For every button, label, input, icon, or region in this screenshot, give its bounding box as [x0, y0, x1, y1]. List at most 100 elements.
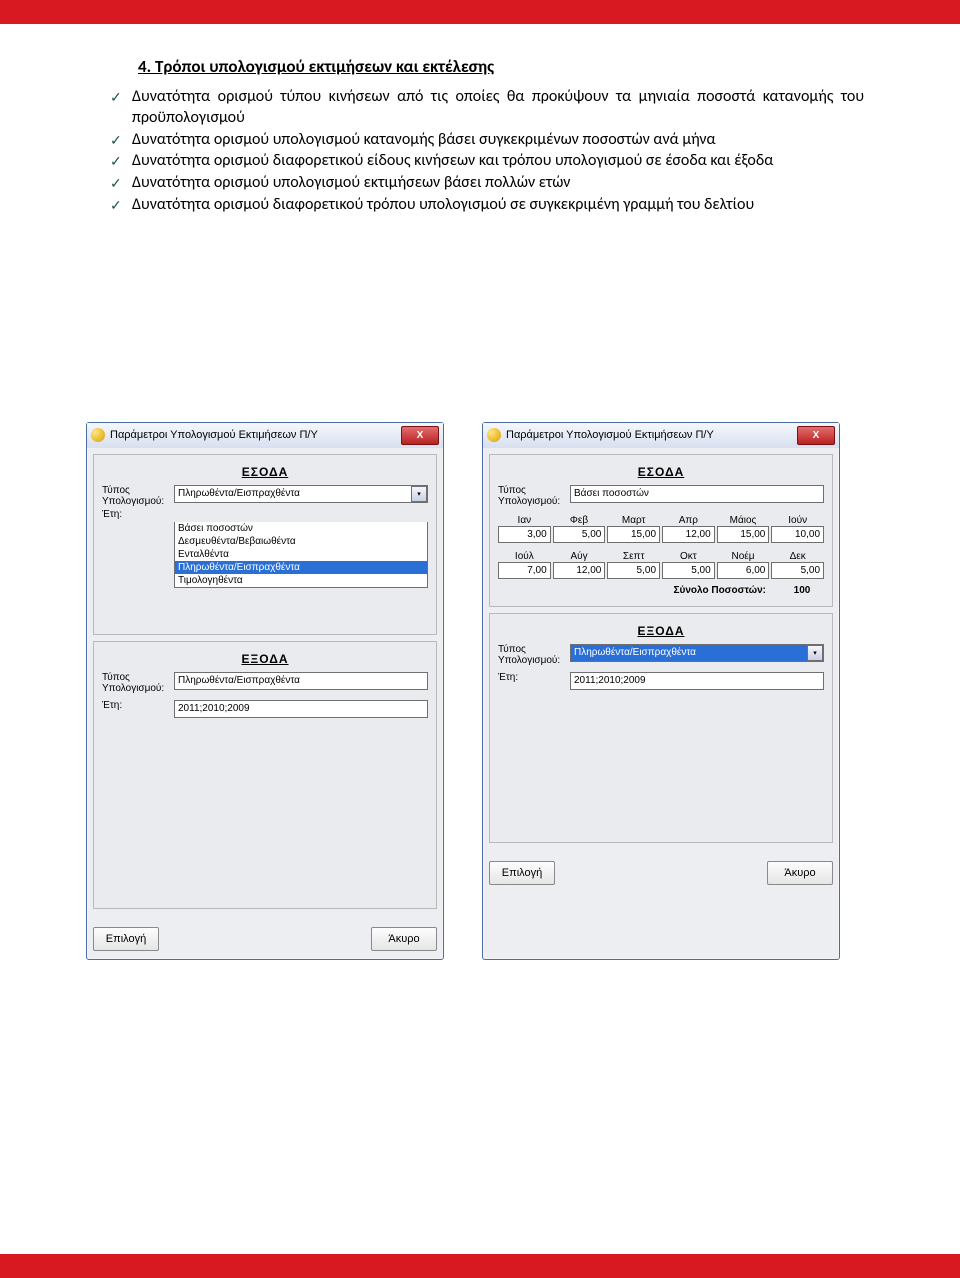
label-type: Τύπος Υπολογισμού: — [498, 485, 570, 507]
month-cell[interactable]: 3,00 — [498, 526, 551, 543]
check-icon: ✓ — [110, 175, 122, 193]
titlebar[interactable]: Παράμετροι Υπολογισμού Εκτιμήσεων Π/Υ X — [483, 423, 839, 448]
titlebar[interactable]: Παράμετροι Υπολογισμού Εκτιμήσεων Π/Υ X — [87, 423, 443, 448]
label-line1: Τύπος — [498, 485, 526, 496]
month-header-row: Ιαν Φεβ Μαρτ Απρ Μάιος Ιούν — [498, 515, 824, 526]
month-header: Νοέμ — [717, 551, 770, 562]
window-title: Παράμετροι Υπολογισμού Εκτιμήσεων Π/Υ — [110, 429, 401, 441]
panel-heading: ΕΣΟΔΑ — [498, 465, 824, 479]
month-cell[interactable]: 5,00 — [607, 562, 660, 579]
type-input[interactable]: Βάσει ποσοστών — [570, 485, 824, 503]
month-cell[interactable]: 15,00 — [717, 526, 770, 543]
app-icon — [487, 428, 501, 442]
check-icon: ✓ — [110, 132, 122, 150]
label-line2: Υπολογισμού: — [102, 496, 164, 507]
check-icon: ✓ — [110, 153, 122, 171]
select-button[interactable]: Επιλογή — [93, 927, 159, 951]
month-header: Φεβ — [553, 515, 606, 526]
month-cell[interactable]: 7,00 — [498, 562, 551, 579]
years-input[interactable]: 2011;2010;2009 — [570, 672, 824, 690]
chevron-down-icon[interactable]: ▾ — [411, 486, 427, 502]
list-item: ✓ Δυνατότητα ορισμού υπολογισμού κατανομή… — [110, 130, 864, 151]
month-header: Ιούλ — [498, 551, 551, 562]
month-header: Οκτ — [662, 551, 715, 562]
document-body: 4. Τρόποι υπολογισμού εκτιμήσεων και εκτ… — [0, 24, 960, 972]
close-icon: X — [813, 430, 820, 441]
panel-esoda: ΕΣΟΔΑ Τύπος Υπολογισμού: Πληρωθέντα/Εισπ… — [93, 454, 437, 635]
panel-heading: ΕΞΟΔΑ — [498, 624, 824, 638]
dialog-right: Παράμετροι Υπολογισμού Εκτιμήσεων Π/Υ X … — [482, 422, 840, 960]
month-header: Δεκ — [771, 551, 824, 562]
month-cell[interactable]: 5,00 — [662, 562, 715, 579]
chevron-down-icon[interactable]: ▾ — [807, 645, 823, 661]
month-header: Σεπτ — [607, 551, 660, 562]
combo-value[interactable]: Πληρωθέντα/Εισπραχθέντα — [174, 485, 428, 503]
list-item: ✓Δυνατότητα ορισμού υπολογισμού εκτιμήσε… — [110, 173, 864, 194]
month-cell[interactable]: 15,00 — [607, 526, 660, 543]
month-header: Μαρτ — [607, 515, 660, 526]
label-type: Τύπος Υπολογισμού: — [498, 644, 570, 666]
label-type: Τύπος Υπολογισμού: — [102, 672, 174, 694]
month-header: Μάιος — [717, 515, 770, 526]
dropdown-option[interactable]: Δεσμευθέντα/Βεβαιωθέντα — [175, 535, 427, 548]
label-line2: Υπολογισμού: — [498, 496, 560, 507]
list-text: Δυνατότητα ορισμού διαφορετικού τρόπου υ… — [132, 195, 754, 214]
list-text: Δυνατότητα ορισμού υπολογισμού κατανομής… — [132, 130, 716, 149]
label-years: Έτη: — [498, 672, 570, 683]
top-accent-bar — [0, 0, 960, 24]
month-cell[interactable]: 5,00 — [771, 562, 824, 579]
close-button[interactable]: X — [401, 426, 439, 445]
dropdown-option[interactable]: Τιμολογηθέντα — [175, 574, 427, 587]
label-line2: Υπολογισμού: — [498, 655, 560, 666]
panel-esoda: ΕΣΟΔΑ Τύπος Υπολογισμού: Βάσει ποσοστών … — [489, 454, 833, 607]
month-value-row: 3,00 5,00 15,00 12,00 15,00 10,00 — [498, 526, 824, 543]
bottom-accent-bar — [0, 1254, 960, 1278]
total-label: Σύνολο Ποσοστών: — [674, 585, 766, 596]
label-years: Έτη: — [102, 509, 174, 520]
month-value-row: 7,00 12,00 5,00 5,00 6,00 5,00 — [498, 562, 824, 579]
total-value: 100 — [780, 585, 824, 596]
label-line1: Τύπος — [102, 672, 130, 683]
dropdown-option[interactable]: Ενταλθέντα — [175, 548, 427, 561]
panel-exoda: ΕΞΟΔΑ Τύπος Υπολογισμού: Πληρωθέντα/Εισπ… — [93, 641, 437, 909]
years-input[interactable]: 2011;2010;2009 — [174, 700, 428, 718]
dropdown-list[interactable]: Βάσει ποσοστών Δεσμευθέντα/Βεβαιωθέντα Ε… — [174, 522, 428, 588]
type-combobox[interactable]: Πληρωθέντα/Εισπραχθέντα ▾ — [570, 644, 824, 662]
list-text: Δυνατότητα ορισμού τύπου κινήσεων από τι… — [132, 87, 864, 127]
month-cell[interactable]: 12,00 — [553, 562, 606, 579]
month-cell[interactable]: 10,00 — [771, 526, 824, 543]
panel-heading: ΕΞΟΔΑ — [102, 652, 428, 666]
type-input[interactable]: Πληρωθέντα/Εισπραχθέντα — [174, 672, 428, 690]
cancel-button[interactable]: Άκυρο — [767, 861, 833, 885]
label-line1: Τύπος — [498, 644, 526, 655]
type-combobox[interactable]: Πληρωθέντα/Εισπραχθέντα ▾ — [174, 485, 428, 503]
label-type: Τύπος Υπολογισμού: — [102, 485, 174, 507]
btn-label: Επιλογή — [106, 933, 146, 945]
month-header: Αύγ — [553, 551, 606, 562]
month-header: Ιαν — [498, 515, 551, 526]
select-button[interactable]: Επιλογή — [489, 861, 555, 885]
btn-label: Επιλογή — [502, 867, 542, 879]
month-cell[interactable]: 5,00 — [553, 526, 606, 543]
dropdown-option[interactable]: Βάσει ποσοστών — [175, 522, 427, 535]
combo-value[interactable]: Πληρωθέντα/Εισπραχθέντα — [570, 644, 824, 662]
bullet-list: ✓ Δυνατότητα ορισμού τύπου κινήσεων από τ… — [110, 87, 864, 216]
month-header: Απρ — [662, 515, 715, 526]
window-title: Παράμετροι Υπολογισμού Εκτιμήσεων Π/Υ — [506, 429, 797, 441]
panel-heading: ΕΣΟΔΑ — [102, 465, 428, 479]
label-line2: Υπολογισμού: — [102, 683, 164, 694]
check-icon: ✓ — [110, 197, 122, 215]
close-button[interactable]: X — [797, 426, 835, 445]
btn-label: Άκυρο — [784, 867, 815, 879]
app-icon — [91, 428, 105, 442]
month-header-row: Ιούλ Αύγ Σεπτ Οκτ Νοέμ Δεκ — [498, 551, 824, 562]
dropdown-option-selected[interactable]: Πληρωθέντα/Εισπραχθέντα — [175, 561, 427, 574]
list-item: ✓ Δυνατότητα ορισμού διαφορετικού τρόπου … — [110, 195, 864, 216]
month-cell[interactable]: 6,00 — [717, 562, 770, 579]
list-item: ✓ Δυνατότητα ορισμού τύπου κινήσεων από τ… — [110, 87, 864, 129]
check-icon: ✓ — [110, 89, 122, 107]
month-cell[interactable]: 12,00 — [662, 526, 715, 543]
label-years: Έτη: — [102, 700, 174, 711]
total-row: Σύνολο Ποσοστών: 100 — [498, 585, 824, 596]
cancel-button[interactable]: Άκυρο — [371, 927, 437, 951]
